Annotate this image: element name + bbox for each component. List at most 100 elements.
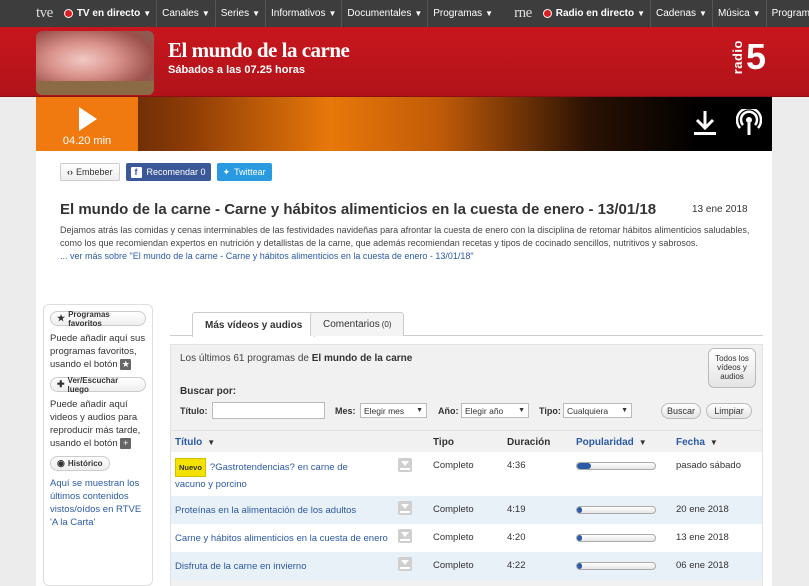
nav-canales[interactable]: Canales ▼	[156, 0, 215, 27]
nav-programas-radio[interactable]: Programas▼	[765, 0, 809, 27]
history-help-text[interactable]: Aquí se muestran los últimos contenidos …	[50, 477, 146, 529]
duration-header: Duración	[507, 437, 551, 448]
chevron-down-icon: ▼	[699, 9, 707, 18]
sort-title-header[interactable]: Título ▼	[175, 437, 215, 448]
row-title-link[interactable]: Carne y hábitos alimenticios en la cuest…	[175, 531, 388, 546]
nav-label: Música	[717, 8, 750, 19]
radio-live-link[interactable]: Radio en directo ▼	[538, 0, 650, 27]
nav-label: Documentales	[347, 8, 412, 19]
twitter-label: Twittear	[234, 167, 266, 177]
main-content: ‹› Embeber f Recomendar 0 ✦ Twittear El …	[36, 151, 772, 586]
watch-later-help: Puede añadir aquí videos y audios para r…	[50, 398, 146, 450]
sidebar: ★ Programas favoritos Puede añadir aquí …	[43, 304, 153, 586]
month-select[interactable]: Elegir mes ▼	[360, 403, 427, 418]
chevron-down-icon: ▼	[621, 407, 628, 414]
month-filter-label: Mes:	[335, 406, 356, 416]
star-icon: ★	[120, 358, 132, 370]
year-filter-label: Año:	[438, 406, 459, 416]
radio-live-label: Radio en directo	[555, 8, 635, 19]
nav-documentales[interactable]: Documentales ▼	[341, 0, 427, 27]
nav-programas-tv[interactable]: Programas ▼	[427, 0, 498, 27]
row-date: 13 ene 2018	[676, 532, 729, 543]
chevron-down-icon: ▼	[752, 9, 761, 18]
popularity-bar	[576, 562, 656, 570]
tv-live-link[interactable]: TV en directo ▼	[59, 0, 156, 27]
share-bar: ‹› Embeber f Recomendar 0 ✦ Twittear	[60, 163, 272, 181]
program-title[interactable]: El mundo de la carne	[168, 38, 350, 63]
title-filter-input[interactable]	[212, 402, 325, 419]
year-select[interactable]: Elegir año ▼	[461, 403, 529, 418]
see-more-link[interactable]: ... ver más sobre "El mundo de la carne …	[60, 251, 474, 261]
all-videos-button[interactable]: Todos los vídeos y audios	[708, 348, 756, 388]
facebook-label: Recomendar 0	[146, 167, 206, 177]
title-filter-label: Título:	[180, 406, 208, 416]
row-type: Completo	[433, 560, 474, 571]
history-button[interactable]: ◉ Histórico	[50, 456, 110, 471]
clear-button[interactable]: Limpiar	[706, 403, 752, 419]
table-row: Proteínas en la alimentación de los adul…	[171, 496, 762, 524]
row-title-link[interactable]: Nuevo ?Gastrotendencias? en carne de vacu…	[175, 458, 380, 492]
popularity-fill	[577, 563, 582, 569]
rne-logo[interactable]: rne	[514, 5, 532, 22]
embed-button[interactable]: ‹› Embeber	[60, 163, 120, 181]
table-row: Carne y hábitos alimenticios en la cuest…	[171, 524, 762, 552]
watch-later-button[interactable]: ✚ Ver/Escuchar luego	[50, 375, 146, 394]
search-filters: Título: Mes: Elegir mes ▼ Año: Elegir año…	[180, 402, 760, 420]
program-schedule: Sábados a las 07.25 horas	[168, 64, 305, 76]
tab-more-videos[interactable]: Más vídeos y audios	[192, 312, 316, 337]
type-filter-label: Tipo:	[539, 406, 561, 416]
nav-label: Series	[220, 8, 250, 19]
favorites-label: Programas favoritos	[68, 309, 110, 328]
tab-comments[interactable]: Comentarios (0)	[310, 312, 405, 336]
nav-label: Cadenas	[656, 8, 697, 19]
play-button[interactable]: 04.20 min	[36, 97, 138, 151]
row-date: 06 ene 2018	[676, 560, 729, 571]
year-value: Elegir año	[465, 405, 504, 416]
row-duration: 4:36	[507, 460, 526, 471]
plus-icon: +	[120, 437, 132, 449]
facebook-recommend-button[interactable]: f Recomendar 0	[125, 163, 211, 181]
nav-informativos[interactable]: Informativos ▼	[265, 0, 341, 27]
download-icon[interactable]	[692, 109, 718, 137]
code-icon: ‹›	[67, 167, 73, 177]
embed-label: Embeber	[76, 167, 113, 177]
videos-panel: Los últimos 61 programas de El mundo de …	[170, 344, 763, 586]
program-image	[36, 31, 154, 95]
tab-label: Más vídeos y audios	[205, 319, 303, 331]
download-icon[interactable]	[398, 557, 412, 571]
type-select[interactable]: Cualquiera ▼	[563, 403, 632, 418]
nav-cadenas[interactable]: Cadenas ▼	[650, 0, 712, 27]
month-value: Elegir mes	[364, 405, 405, 416]
download-icon[interactable]	[398, 501, 412, 515]
podcast-icon[interactable]	[736, 109, 762, 137]
popularity-fill	[577, 535, 582, 541]
live-dot-icon	[63, 9, 73, 18]
twitter-button[interactable]: ✦ Twittear	[216, 163, 272, 181]
tve-logo[interactable]: tve	[36, 5, 53, 22]
nav-musica[interactable]: Música ▼	[711, 0, 766, 27]
sort-date-header[interactable]: Fecha ▼	[676, 437, 718, 448]
twitter-icon: ✦	[222, 166, 231, 177]
program-header: El mundo de la carne Sábados a las 07.25…	[0, 27, 809, 97]
popularity-bar	[576, 462, 656, 470]
table-row: Disfruta de la carne en invierno Complet…	[171, 552, 762, 580]
row-duration: 4:20	[507, 532, 526, 543]
row-title-link[interactable]: Proteínas en la alimentación de los adul…	[175, 503, 356, 518]
nav-series[interactable]: Series ▼	[214, 0, 265, 27]
favorites-button[interactable]: ★ Programas favoritos	[50, 309, 146, 328]
row-duration: 4:22	[507, 560, 526, 571]
popularity-bar	[576, 506, 656, 514]
content-tabs: Más vídeos y audios Comentarios (0)	[170, 312, 763, 337]
type-value: Cualquiera	[567, 405, 609, 416]
row-title-link[interactable]: Disfruta de la carne en invierno	[175, 559, 307, 574]
radio5-logo[interactable]: radio 5	[730, 39, 766, 75]
download-icon[interactable]	[398, 458, 412, 472]
search-button[interactable]: Buscar	[661, 403, 701, 419]
nav-label: Programas	[433, 8, 483, 19]
row-type: Completo	[433, 504, 474, 515]
download-icon[interactable]	[398, 529, 412, 543]
row-type: Completo	[433, 460, 474, 471]
watch-later-label: Ver/Escuchar luego	[67, 375, 119, 394]
sort-popularity-header[interactable]: Popularidad ▼	[576, 437, 647, 448]
chevron-down-icon: ▼	[201, 9, 210, 18]
